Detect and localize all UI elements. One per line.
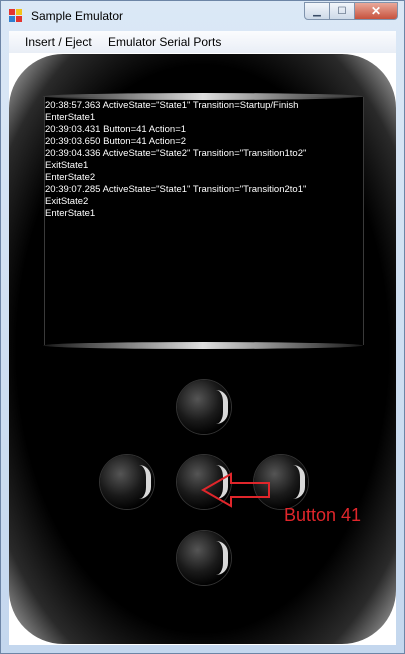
dpad-up-button[interactable] (177, 380, 231, 434)
menu-bar: Insert / Eject Emulator Serial Ports (9, 31, 396, 53)
log-line: EnterState1 (45, 112, 96, 123)
log-line: 20:39:07.285 ActiveState="State1" Transi… (45, 184, 307, 195)
minimize-icon: ▁ (313, 5, 321, 17)
emulator-screen: 20:38:57.363 ActiveState="State1" Transi… (44, 97, 364, 345)
screen-top-highlight (43, 93, 363, 100)
annotation-label: Button 41 (284, 505, 362, 525)
app-icon (9, 9, 23, 23)
window-title: Sample Emulator (31, 9, 124, 23)
log-line: EnterState2 (45, 172, 96, 183)
dpad-left-button[interactable] (100, 455, 154, 509)
maximize-button[interactable]: ☐ (330, 2, 355, 20)
dpad-down-button[interactable] (177, 531, 231, 585)
close-icon: ✕ (370, 4, 382, 18)
client-area: Insert / Eject Emulator Serial Ports 20:… (9, 31, 396, 645)
menu-emulator-serial-ports[interactable]: Emulator Serial Ports (108, 35, 221, 49)
log-line: 20:39:03.650 Button=41 Action=2 (45, 136, 187, 147)
log-line: ExitState1 (45, 160, 89, 171)
log-line: EnterState1 (45, 208, 96, 219)
maximize-icon: ☐ (337, 5, 347, 17)
annotation-arrow-icon (201, 472, 270, 508)
log-line: 20:38:57.363 ActiveState="State1" Transi… (45, 100, 299, 111)
log-line: 20:39:03.431 Button=41 Action=1 (45, 124, 187, 135)
log-line: 20:39:04.336 ActiveState="State2" Transi… (45, 148, 307, 159)
caption-buttons: ▁ ☐ ✕ (304, 2, 398, 20)
log-line: ExitState2 (45, 196, 89, 207)
menu-insert-eject[interactable]: Insert / Eject (25, 35, 92, 49)
emulator-window: Sample Emulator ▁ ☐ ✕ Insert / Eject Emu… (0, 0, 405, 654)
close-button[interactable]: ✕ (355, 2, 398, 20)
title-bar[interactable]: Sample Emulator ▁ ☐ ✕ (1, 1, 404, 31)
screen-bottom-highlight (43, 342, 363, 349)
minimize-button[interactable]: ▁ (304, 2, 330, 20)
